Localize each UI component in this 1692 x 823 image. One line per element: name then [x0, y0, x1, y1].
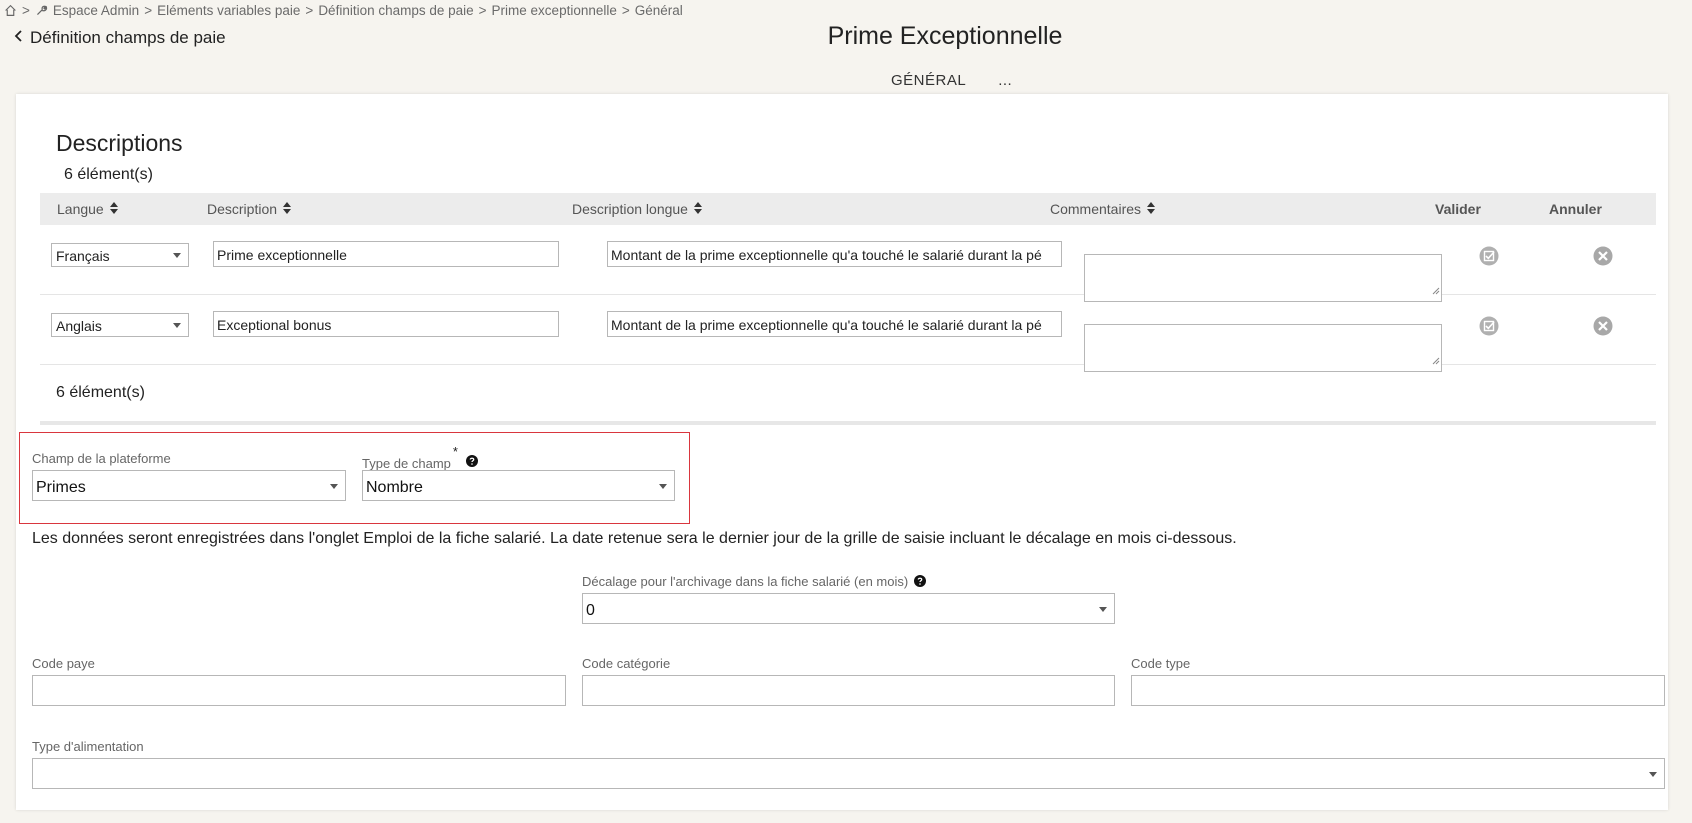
sort-icon: [693, 201, 702, 217]
chevron-down-icon: [1099, 607, 1107, 612]
decalage-label-group: Décalage pour l'archivage dans la fiche …: [582, 574, 926, 590]
column-header-description[interactable]: Description: [207, 201, 292, 217]
wrench-icon: [35, 4, 48, 17]
breadcrumb-separator: >: [22, 2, 30, 18]
breadcrumb-separator: >: [478, 2, 487, 18]
validate-button[interactable]: [1479, 316, 1499, 341]
page-title: Prime Exceptionnelle: [827, 22, 1063, 50]
breadcrumb-separator: >: [621, 2, 630, 18]
help-icon[interactable]: [465, 455, 478, 470]
column-header-valider: Valider: [1435, 201, 1481, 217]
code-categorie-input[interactable]: [582, 675, 1115, 706]
breadcrumb: > Espace Admin > Eléments variables paie…: [4, 1, 683, 19]
table-row: Anglais Exceptional bonus Montant de la …: [40, 295, 1656, 372]
main-card: Descriptions 6 élément(s) Langue Descrip…: [16, 94, 1668, 810]
chevron-down-icon: [1649, 772, 1657, 777]
breadcrumb-separator: >: [144, 2, 153, 18]
column-header-annuler: Annuler: [1549, 201, 1602, 217]
grid-footer-divider: [40, 421, 1656, 425]
decalage-label: Décalage pour l'archivage dans la fiche …: [582, 574, 909, 589]
code-type-input[interactable]: [1131, 675, 1665, 706]
item-count-top: 6 élément(s): [64, 166, 153, 183]
description-longue-input[interactable]: Montant de la prime exceptionnelle qu'a …: [607, 311, 1062, 337]
home-icon[interactable]: [4, 4, 17, 17]
validate-icon: [1479, 316, 1499, 336]
code-type-label: Code type: [1131, 656, 1191, 671]
validate-icon: [1479, 246, 1499, 266]
code-categorie-label: Code catégorie: [582, 656, 671, 671]
cancel-button[interactable]: [1593, 246, 1613, 271]
column-description-longue-label: Description longue: [572, 201, 688, 217]
required-asterisk: *: [452, 444, 458, 459]
code-paye-input[interactable]: [32, 675, 566, 706]
sort-icon: [109, 201, 118, 217]
close-icon: [1593, 246, 1613, 266]
chevron-down-icon: [173, 253, 181, 258]
description-longue-input[interactable]: Montant de la prime exceptionnelle qu'a …: [607, 241, 1062, 267]
description-input[interactable]: Exceptional bonus: [213, 311, 559, 337]
chevron-down-icon: [330, 484, 338, 489]
commentaires-textarea[interactable]: [1084, 324, 1442, 372]
tab-bar: GÉNÉRAL ...: [878, 68, 1025, 96]
champ-plateforme-select[interactable]: Primes: [32, 470, 346, 501]
column-header-commentaires[interactable]: Commentaires: [1050, 201, 1156, 217]
breadcrumb-item-prime[interactable]: Prime exceptionnelle: [492, 3, 617, 18]
resize-grip-icon[interactable]: [1432, 352, 1440, 370]
type-alimentation-label: Type d'alimentation: [32, 739, 144, 754]
breadcrumb-item-definition-champs[interactable]: Définition champs de paie: [318, 3, 473, 18]
decalage-value: 0: [586, 602, 595, 619]
column-description-label: Description: [207, 201, 278, 217]
column-commentaires-label: Commentaires: [1050, 201, 1142, 217]
decalage-select[interactable]: 0: [582, 593, 1115, 624]
close-icon: [1593, 316, 1613, 336]
tab-more[interactable]: ...: [985, 68, 1025, 96]
langue-value: Français: [56, 248, 110, 264]
table-row: Français Prime exceptionnelle Montant de…: [40, 225, 1656, 302]
tab-general[interactable]: GÉNÉRAL: [878, 68, 980, 96]
item-count-bottom: 6 élément(s): [56, 384, 145, 401]
column-header-description-longue[interactable]: Description longue: [572, 201, 702, 217]
type-champ-label-group: Type de champ*: [362, 444, 478, 471]
descriptions-title: Descriptions: [56, 130, 183, 156]
column-header-langue[interactable]: Langue: [57, 201, 118, 217]
sort-icon: [283, 201, 292, 217]
breadcrumb-item-general: Général: [634, 2, 683, 18]
validate-button[interactable]: [1479, 246, 1499, 271]
column-langue-label: Langue: [57, 201, 104, 217]
breadcrumb-item-elements-variables[interactable]: Eléments variables paie: [157, 3, 300, 18]
type-champ-value: Nombre: [366, 479, 423, 496]
langue-value: Anglais: [56, 318, 102, 334]
sort-icon: [1147, 201, 1156, 217]
champ-plateforme-label: Champ de la plateforme: [32, 451, 171, 466]
type-champ-select[interactable]: Nombre: [362, 470, 675, 501]
breadcrumb-item-espace-admin[interactable]: Espace Admin: [53, 3, 139, 18]
type-alimentation-select[interactable]: [32, 758, 1665, 789]
description-input[interactable]: Prime exceptionnelle: [213, 241, 559, 267]
cancel-button[interactable]: [1593, 316, 1613, 341]
langue-select[interactable]: Anglais: [51, 313, 189, 337]
langue-select[interactable]: Français: [51, 243, 189, 267]
champ-plateforme-value: Primes: [36, 479, 86, 496]
chevron-down-icon: [659, 484, 667, 489]
help-icon[interactable]: [913, 575, 926, 590]
code-paye-label: Code paye: [32, 656, 95, 671]
info-text: Les données seront enregistrées dans l'o…: [32, 530, 1237, 547]
grid-header: Langue Description Description longue Co…: [40, 193, 1656, 225]
breadcrumb-separator: >: [305, 2, 314, 18]
chevron-down-icon: [173, 323, 181, 328]
